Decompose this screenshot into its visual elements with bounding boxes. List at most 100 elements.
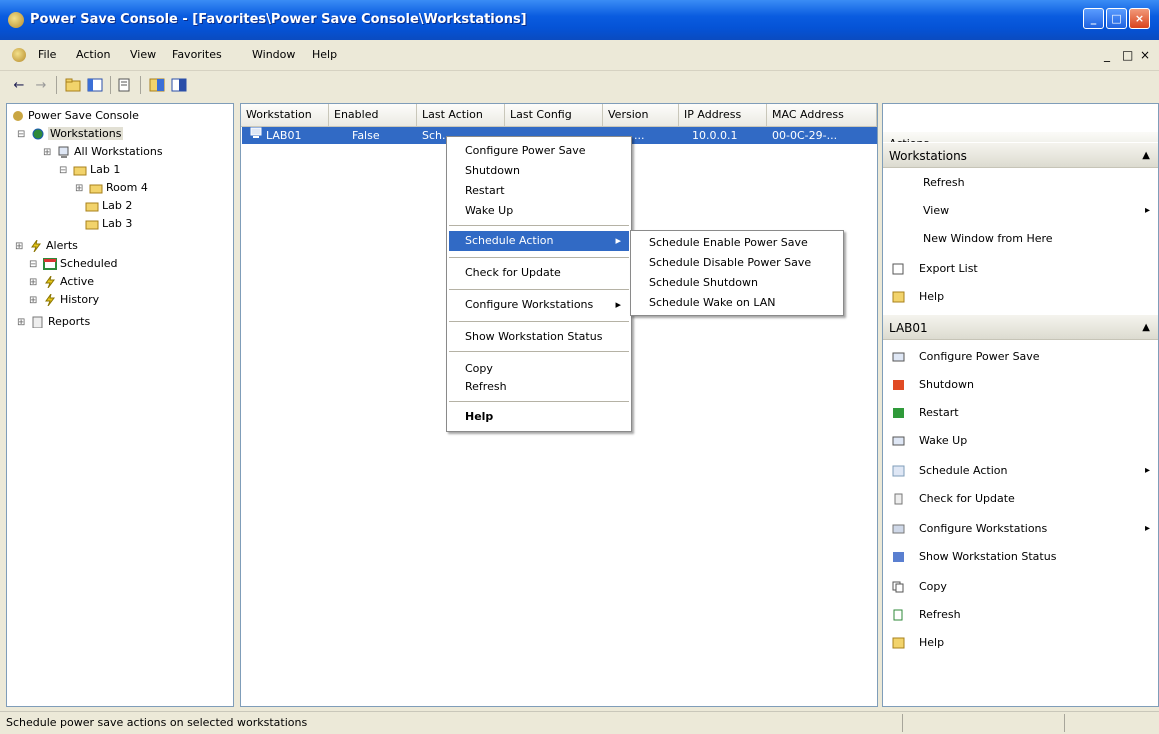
workstation-icon [250, 127, 264, 144]
cell-mac: 00-0C-29-... [772, 129, 838, 142]
submenu-wake-on-lan[interactable]: Schedule Wake on LAN [633, 293, 841, 313]
folder-icon [85, 202, 99, 212]
menu-item-restart[interactable]: Restart [449, 181, 629, 201]
col-last-action[interactable]: Last Action [417, 104, 505, 126]
tree-scheduled[interactable]: ⊟ Scheduled [29, 256, 118, 272]
cell-enabled: False [352, 129, 380, 142]
action-help[interactable]: Help [883, 284, 1158, 310]
tree-workstations[interactable]: ⊟ Workstations [17, 126, 124, 142]
export-list-icon[interactable] [116, 76, 134, 94]
actions-section-lab01[interactable]: LAB01 ▲ [883, 314, 1158, 340]
submenu-arrow-icon: ▸ [615, 298, 621, 311]
action-configure-power-save[interactable]: Configure Power Save [883, 344, 1158, 370]
actions-section-workstations[interactable]: Workstations ▲ [883, 142, 1158, 168]
menu-item-schedule-action[interactable]: Schedule Action ▸ [449, 231, 629, 251]
cell-workstation: LAB01 [266, 129, 302, 142]
tree-active[interactable]: ⊞ Active [29, 274, 94, 290]
up-folder-icon[interactable] [64, 76, 82, 94]
action-configure-workstations[interactable]: Configure Workstations ▸ [883, 516, 1158, 542]
action-refresh-2[interactable]: Refresh [883, 602, 1158, 628]
mdi-restore-button[interactable]: □ [1122, 48, 1133, 62]
menu-view[interactable]: View [130, 48, 156, 61]
tree-room-4[interactable]: ⊞ Room 4 [75, 180, 148, 196]
menu-item-shutdown[interactable]: Shutdown [449, 161, 629, 181]
action-new-window[interactable]: New Window from Here [883, 226, 1158, 252]
action-check-for-update[interactable]: Check for Update [883, 486, 1158, 512]
menu-item-configure-power-save[interactable]: Configure Power Save [449, 141, 629, 161]
status-bar: Schedule power save actions on selected … [0, 711, 1159, 734]
back-icon[interactable]: ← [10, 76, 28, 94]
globe-icon [32, 128, 44, 140]
action-schedule-action[interactable]: Schedule Action ▸ [883, 458, 1158, 484]
action-help-2[interactable]: Help [883, 630, 1158, 656]
show-hide-tree-icon[interactable] [86, 76, 104, 94]
lightning-icon [45, 294, 55, 306]
menu-window[interactable]: Window [252, 48, 295, 61]
menu-favorites[interactable]: Favorites [172, 48, 222, 61]
copy-icon [892, 581, 904, 593]
folder-icon [73, 166, 87, 176]
schedule-icon [892, 465, 905, 477]
col-enabled[interactable]: Enabled [329, 104, 417, 126]
col-mac-address[interactable]: MAC Address [767, 104, 877, 126]
col-version[interactable]: Version [603, 104, 679, 126]
workstations-icon [892, 524, 905, 534]
close-button[interactable]: × [1129, 8, 1150, 29]
menu-item-check-for-update[interactable]: Check for Update [449, 263, 629, 283]
menu-item-show-status[interactable]: Show Workstation Status [449, 327, 629, 347]
console-root-icon [13, 111, 23, 121]
collapse-icon: ▲ [1142, 150, 1150, 161]
forward-icon[interactable]: → [32, 76, 50, 94]
menu-item-help[interactable]: Help [449, 407, 629, 427]
menu-help[interactable]: Help [312, 48, 337, 61]
action-export-list[interactable]: Export List [883, 256, 1158, 282]
submenu-enable-power-save[interactable]: Schedule Enable Power Save [633, 233, 841, 253]
title-bar: Power Save Console - [Favorites\Power Sa… [0, 0, 1159, 40]
tree-all-workstations[interactable]: ⊞ All Workstations [43, 144, 163, 160]
mdi-close-button[interactable]: × [1140, 48, 1150, 62]
action-refresh[interactable]: Refresh [883, 170, 1158, 196]
menu-item-wake-up[interactable]: Wake Up [449, 201, 629, 221]
minimize-button[interactable]: _ [1083, 8, 1104, 29]
col-last-config[interactable]: Last Config [505, 104, 603, 126]
maximize-button[interactable]: □ [1106, 8, 1127, 29]
tree-lab-3[interactable]: Lab 3 [85, 216, 132, 232]
lightning-icon [31, 240, 41, 252]
restart-icon [893, 408, 904, 418]
mdi-minimize-button[interactable]: _ [1104, 48, 1110, 62]
action-copy[interactable]: Copy [883, 574, 1158, 600]
action-wake-up[interactable]: Wake Up [883, 428, 1158, 454]
window-title: Power Save Console - [Favorites\Power Sa… [30, 12, 527, 27]
action-shutdown[interactable]: Shutdown [883, 372, 1158, 398]
menu-file[interactable]: File [38, 48, 56, 61]
tree-alerts[interactable]: ⊞ Alerts [15, 238, 78, 254]
app-icon [8, 12, 24, 28]
action-show-status[interactable]: Show Workstation Status [883, 544, 1158, 570]
update-icon [894, 493, 903, 505]
toolbar: ← → [0, 71, 1159, 99]
tree-reports[interactable]: ⊞ Reports [17, 314, 90, 330]
submenu-disable-power-save[interactable]: Schedule Disable Power Save [633, 253, 841, 273]
col-ip-address[interactable]: IP Address [679, 104, 767, 126]
menu-item-copy[interactable]: Copy [449, 359, 629, 379]
menu-item-refresh[interactable]: Refresh [449, 377, 629, 397]
submenu-arrow-icon: ▸ [615, 234, 621, 247]
menu-bar: File Action View Favorites Window Help _… [0, 40, 1159, 71]
tree-root[interactable]: Power Save Console [11, 108, 139, 124]
folder-icon [85, 220, 99, 230]
properties-icon[interactable] [170, 76, 188, 94]
menu-item-configure-workstations[interactable]: Configure Workstations ▸ [449, 295, 629, 315]
help-icon[interactable] [148, 76, 166, 94]
console-icon[interactable] [12, 48, 26, 62]
tree-history[interactable]: ⊞ History [29, 292, 99, 308]
menu-action[interactable]: Action [76, 48, 110, 61]
submenu-schedule-shutdown[interactable]: Schedule Shutdown [633, 273, 841, 293]
tree-lab-1[interactable]: ⊟ Lab 1 [59, 162, 120, 178]
tree-lab-2[interactable]: Lab 2 [85, 198, 132, 214]
action-restart[interactable]: Restart [883, 400, 1158, 426]
action-view[interactable]: View ▸ [883, 198, 1158, 224]
configure-icon [892, 352, 905, 362]
refresh-icon [893, 609, 903, 621]
console-tree: Power Save Console ⊟ Workstations ⊞ All … [6, 103, 234, 707]
col-workstation[interactable]: Workstation [241, 104, 329, 126]
